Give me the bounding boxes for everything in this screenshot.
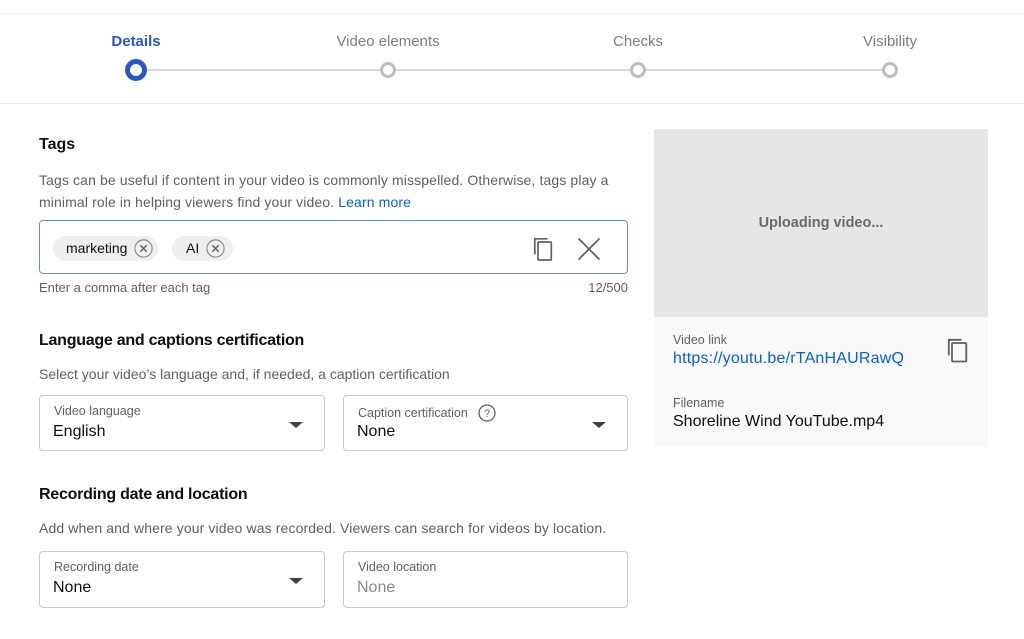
svg-text:?: ?	[484, 408, 490, 420]
